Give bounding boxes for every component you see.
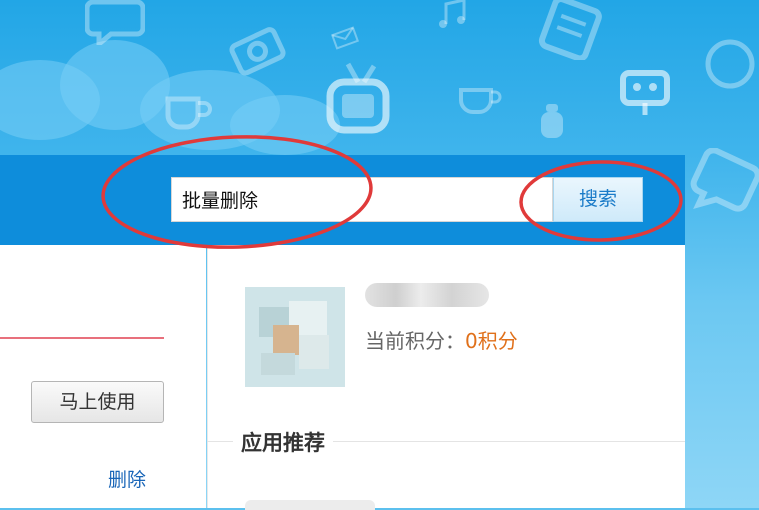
- speech-bubble-icon: [690, 148, 759, 228]
- tv-icon: [322, 60, 398, 144]
- envelope-icon: [330, 25, 360, 51]
- camera-icon: [228, 22, 288, 78]
- coffee-cup-icon: [160, 85, 216, 135]
- section-title-apps: 应用推荐: [233, 427, 333, 457]
- divider-line: [0, 337, 164, 339]
- points-value: 0积分: [465, 329, 518, 353]
- robot-chat-icon: [615, 65, 679, 121]
- gift-icon: [702, 38, 758, 90]
- app-tile[interactable]: [245, 500, 375, 510]
- cup-icon: [455, 80, 505, 120]
- left-panel: [0, 245, 206, 508]
- use-now-button[interactable]: 马上使用: [31, 381, 164, 423]
- avatar[interactable]: [245, 287, 345, 387]
- search-input[interactable]: [171, 177, 553, 222]
- points-info: 当前积分：0积分: [365, 325, 518, 354]
- chat-bubble-icon: [85, 0, 145, 45]
- delete-link[interactable]: 删除: [108, 465, 146, 492]
- bottle-icon: [538, 102, 568, 142]
- music-note-icon: [436, 0, 472, 30]
- blurred-username: [365, 283, 489, 307]
- points-label: 当前积分：: [365, 329, 465, 353]
- notepad-icon: [535, 0, 607, 60]
- search-button[interactable]: 搜索: [553, 177, 643, 222]
